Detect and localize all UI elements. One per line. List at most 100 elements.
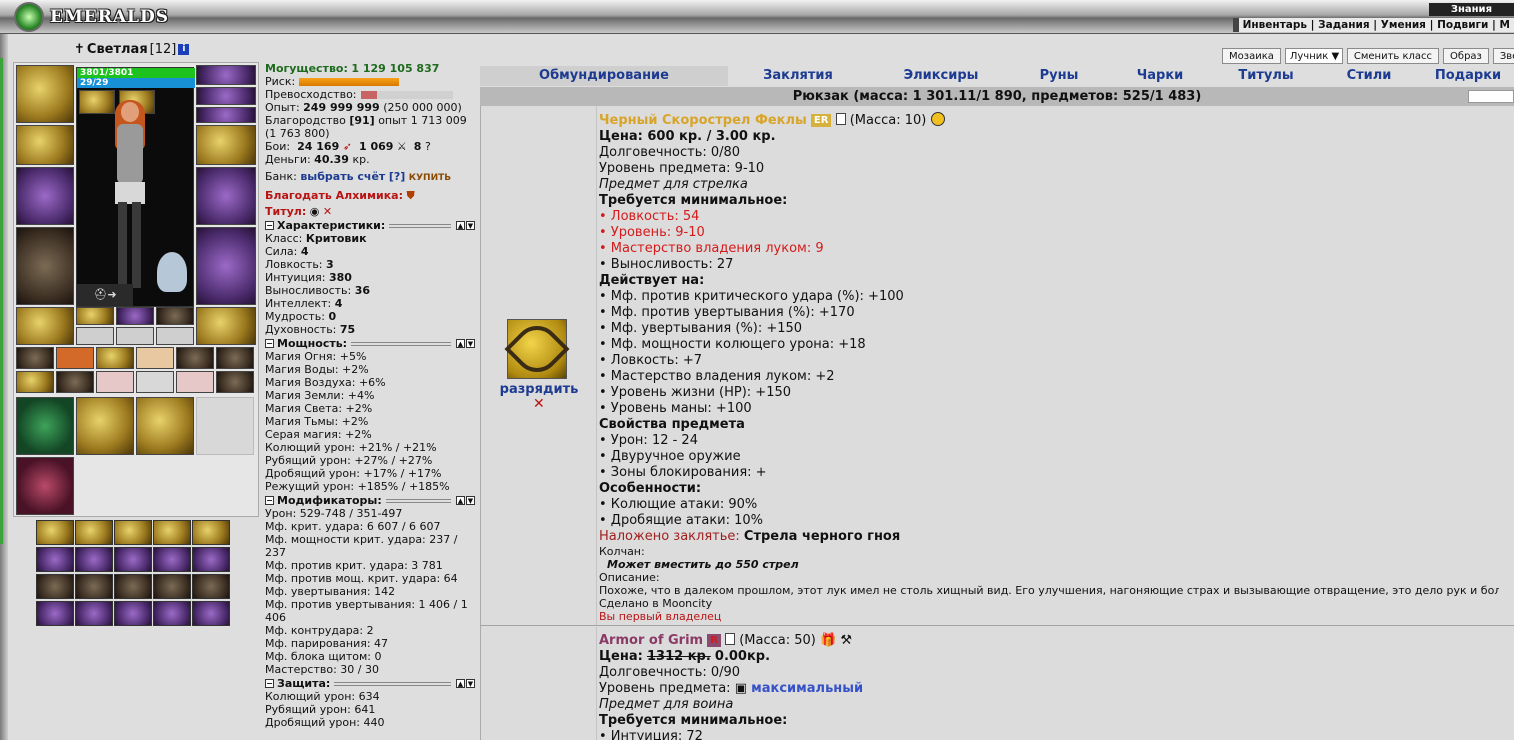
rune-slot-1[interactable] xyxy=(76,327,114,345)
tab-gifts[interactable]: Подарки xyxy=(1422,66,1514,86)
skill-icon[interactable] xyxy=(75,547,113,572)
tab-runes[interactable]: Руны xyxy=(1014,66,1104,86)
image-button[interactable]: Образ xyxy=(1443,48,1489,64)
bow-item-image[interactable] xyxy=(504,316,570,382)
skill-icon[interactable] xyxy=(36,520,74,545)
skill-icon[interactable] xyxy=(75,574,113,599)
bag-slot-3[interactable] xyxy=(136,397,194,455)
potion-slot[interactable] xyxy=(136,371,174,393)
pet-icon[interactable] xyxy=(157,252,187,292)
skill-icon[interactable] xyxy=(153,547,191,572)
mosaic-button[interactable]: Мозаика xyxy=(1222,48,1281,64)
helmet-slot[interactable] xyxy=(16,65,74,123)
potion-slot[interactable] xyxy=(176,347,214,369)
shoulder-slot[interactable] xyxy=(76,307,114,325)
skill-icon[interactable] xyxy=(192,547,230,572)
belt-slot[interactable] xyxy=(16,307,74,345)
document-icon[interactable] xyxy=(835,113,846,125)
skill-icon[interactable] xyxy=(192,520,230,545)
avatar[interactable]: 3801/3801 29/29 ⛑➜ xyxy=(76,67,195,307)
quiver-slot[interactable] xyxy=(116,307,154,325)
ring-slot-1[interactable] xyxy=(196,65,256,85)
tab-charms[interactable]: Чарки xyxy=(1104,66,1216,86)
skill-icon[interactable] xyxy=(192,601,230,626)
alchemist-icon[interactable]: ⛊ xyxy=(407,189,415,202)
skill-icon[interactable] xyxy=(114,547,152,572)
logo[interactable]: EMERALDS xyxy=(14,2,169,32)
bank-help-link[interactable]: [?] xyxy=(389,170,405,183)
power-list: Магия Огня: +5% Магия Воды: +2% Магия Возд… xyxy=(265,350,450,493)
potion-slot[interactable] xyxy=(176,371,214,393)
backpack-search-input[interactable] xyxy=(1468,90,1514,103)
tab-styles[interactable]: Стили xyxy=(1316,66,1422,86)
title-icon[interactable]: ◉ xyxy=(310,205,320,218)
ring-slot-3[interactable] xyxy=(196,107,256,123)
skill-icon[interactable] xyxy=(114,574,152,599)
beasts-button[interactable]: Звер xyxy=(1492,48,1514,64)
torch-slot[interactable] xyxy=(156,307,194,325)
protection-header[interactable]: − Защита: ▲ ▼ xyxy=(265,677,475,690)
armor-slot[interactable] xyxy=(16,227,74,305)
potion-slot[interactable] xyxy=(16,347,54,369)
skill-icon[interactable] xyxy=(153,574,191,599)
pants-slot[interactable] xyxy=(196,227,256,305)
potion-slot[interactable] xyxy=(96,347,134,369)
bag-slot-1[interactable] xyxy=(16,397,74,455)
remove-title-icon[interactable]: ✕ xyxy=(323,205,332,218)
potion-slot[interactable] xyxy=(216,371,254,393)
potion-slot[interactable] xyxy=(136,347,174,369)
cross-icon: ✝ xyxy=(74,42,85,57)
skill-icon[interactable] xyxy=(36,601,74,626)
ring-slot-2[interactable] xyxy=(196,87,256,105)
potion-slot[interactable] xyxy=(16,371,54,393)
tab-elixirs[interactable]: Эликсиры xyxy=(868,66,1014,86)
potion-slot[interactable] xyxy=(56,371,94,393)
characteristics-header[interactable]: − Характеристики: ▲ ▼ xyxy=(265,219,475,232)
class-badge[interactable]: ⛑➜ xyxy=(77,284,133,306)
nobility-extra-line: (1 763 800) xyxy=(265,127,330,140)
bag-slot-2[interactable] xyxy=(76,397,134,455)
modifiers-header[interactable]: − Модификаторы: ▲ ▼ xyxy=(265,494,475,507)
bag-slot-4[interactable] xyxy=(196,397,254,455)
weapon-left-slot[interactable] xyxy=(16,167,74,225)
rune-slot-3[interactable] xyxy=(156,327,194,345)
info-icon[interactable]: i xyxy=(178,44,190,55)
item-name[interactable]: Armor of Grim xyxy=(599,633,703,648)
change-class-button[interactable]: Сменить класс xyxy=(1346,48,1440,64)
bracers-slot[interactable] xyxy=(16,125,74,165)
potion-slot[interactable] xyxy=(96,371,134,393)
boots-slot[interactable] xyxy=(196,307,256,345)
character-name[interactable]: Светлая xyxy=(87,42,148,57)
knowledge-link[interactable]: Знания xyxy=(1428,3,1514,16)
skill-icon[interactable] xyxy=(153,520,191,545)
tab-equipment[interactable]: Обмундирование xyxy=(480,66,728,86)
tab-spells[interactable]: Заклятия xyxy=(728,66,868,86)
item-details: Черный Скорострел Феклы ER (Масса: 10) Ц… xyxy=(599,112,1499,623)
potion-slot[interactable] xyxy=(216,347,254,369)
power-header[interactable]: − Мощность: ▲ ▼ xyxy=(265,337,475,350)
tab-titles[interactable]: Титулы xyxy=(1216,66,1316,86)
character-header: ✝ Светлая [12] i xyxy=(74,42,190,57)
skill-icon[interactable] xyxy=(153,601,191,626)
skill-icon[interactable] xyxy=(114,520,152,545)
top-nav-links[interactable]: Инвентарь | Задания | Умения | Подвиги |… xyxy=(1232,18,1514,32)
skill-icon[interactable] xyxy=(114,601,152,626)
gloves-slot[interactable] xyxy=(196,125,256,165)
skill-icon[interactable] xyxy=(192,574,230,599)
bank-select-link[interactable]: выбрать счёт xyxy=(300,170,385,183)
bag-slot-5[interactable] xyxy=(16,457,74,515)
potion-slot[interactable] xyxy=(56,347,94,369)
skill-icon[interactable] xyxy=(36,547,74,572)
buy-button[interactable]: КУПИТЬ xyxy=(409,173,451,183)
item-name[interactable]: Черный Скорострел Феклы xyxy=(599,113,807,128)
weapon-right-slot[interactable] xyxy=(196,167,256,225)
class-select[interactable]: Лучник ▼ xyxy=(1284,48,1343,64)
skill-icon[interactable] xyxy=(75,601,113,626)
skill-icon[interactable] xyxy=(75,520,113,545)
discharge-link[interactable]: разрядить xyxy=(481,382,597,397)
document-icon[interactable] xyxy=(725,633,736,645)
delete-icon[interactable]: ✕ xyxy=(533,396,545,412)
risk-bar xyxy=(298,78,399,86)
rune-slot-2[interactable] xyxy=(116,327,154,345)
skill-icon[interactable] xyxy=(36,574,74,599)
